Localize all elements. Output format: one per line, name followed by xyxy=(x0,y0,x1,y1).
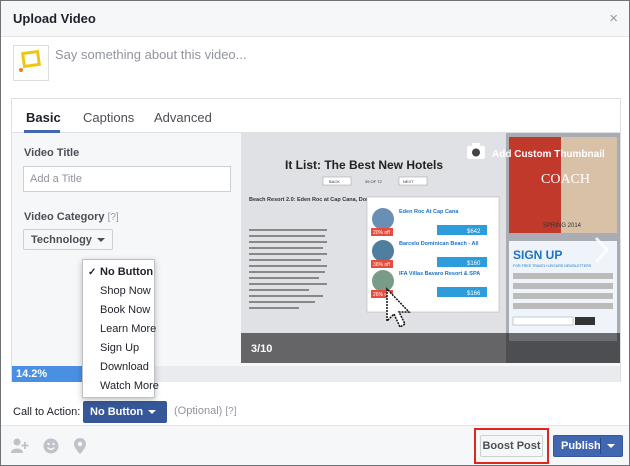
svg-text:Eden Roc At Cap Cana: Eden Roc At Cap Cana xyxy=(399,209,459,215)
cta-option-watch-more[interactable]: Watch More xyxy=(83,377,159,396)
upload-progress-label: 14.2% xyxy=(16,368,48,380)
dialog-titlebar: Upload Video × xyxy=(1,1,629,37)
svg-text:$642: $642 xyxy=(467,229,481,235)
checkmark-icon: ✓ xyxy=(88,267,97,278)
thumb-signup-title: SIGN UP xyxy=(513,248,562,262)
cta-option-learn-more[interactable]: Learn More xyxy=(83,320,156,339)
boost-post-button[interactable]: Boost Post xyxy=(480,435,543,457)
publish-options-chevron-icon[interactable] xyxy=(607,444,615,448)
cta-option-book-now[interactable]: Book Now xyxy=(83,301,154,320)
video-title-label: Video Title xyxy=(24,147,80,159)
cta-option-shop-now[interactable]: Shop Now xyxy=(83,282,154,301)
svg-text:IFA Villas Bavaro Resort & SPA: IFA Villas Bavaro Resort & SPA xyxy=(399,271,480,277)
video-category-label: Video Category [?] xyxy=(24,211,119,223)
close-icon[interactable]: × xyxy=(609,11,618,26)
page-avatar xyxy=(13,45,49,81)
thumb-signup-sub: FOR FREE TRAVEL+LEISURE NEWSLETTERS xyxy=(513,264,592,268)
call-to-action-row: Call to Action: No Button (Optional) [?] xyxy=(13,401,236,423)
thumb-headline: It List: The Best New Hotels xyxy=(285,158,443,172)
publish-divider xyxy=(600,438,601,454)
call-to-action-optional: (Optional) [?] xyxy=(174,405,237,417)
call-to-action-label: Call to Action: xyxy=(13,406,81,418)
composer: Say something about this video... xyxy=(11,45,621,95)
category-value: Technology xyxy=(31,234,92,246)
settings-tabs: Basic Captions Advanced xyxy=(12,99,620,133)
svg-text:Barcelo Dominican Beach - All: Barcelo Dominican Beach - All xyxy=(399,241,479,247)
category-select[interactable]: Technology xyxy=(23,229,113,250)
feeling-smiley-icon[interactable] xyxy=(43,438,59,454)
thumbnail-counter: 3/10 xyxy=(251,343,272,355)
dialog-title: Upload Video xyxy=(13,11,96,26)
call-to-action-menu: ✓ No Button Shop Now Book Now Learn More … xyxy=(82,259,159,398)
publish-label: Publish xyxy=(561,440,601,452)
svg-text:36% off: 36% off xyxy=(373,262,390,268)
cta-help-link[interactable]: [?] xyxy=(225,406,236,417)
upload-video-dialog: Upload Video × Say something about this … xyxy=(0,0,630,466)
thumb-nav-back: BACK xyxy=(329,179,340,184)
svg-text:20% off: 20% off xyxy=(373,230,390,236)
tab-captions[interactable]: Captions xyxy=(83,110,134,125)
thumb-ad-season: SPRING 2014 xyxy=(543,223,582,229)
svg-text:$160: $160 xyxy=(467,261,481,267)
thumb-nav-count: 39 OF 72 xyxy=(365,179,382,184)
cta-option-no-button[interactable]: ✓ No Button xyxy=(83,263,154,282)
chevron-down-icon xyxy=(96,238,105,243)
tab-basic[interactable]: Basic xyxy=(26,110,61,125)
status-input[interactable]: Say something about this video... xyxy=(55,47,247,62)
cta-option-sign-up[interactable]: Sign Up xyxy=(83,339,154,358)
thumb-nav-next: NEXT xyxy=(403,179,414,184)
video-title-input[interactable]: Add a Title xyxy=(23,166,231,192)
thumbnail-preview[interactable]: It List: The Best New Hotels BACK 39 OF … xyxy=(241,133,620,363)
thumbnail-image: It List: The Best New Hotels BACK 39 OF … xyxy=(241,133,620,363)
tab-advanced[interactable]: Advanced xyxy=(154,110,212,125)
cta-option-download[interactable]: Download xyxy=(83,358,154,377)
tag-people-icon[interactable] xyxy=(11,438,29,454)
chevron-down-icon xyxy=(148,410,157,415)
call-to-action-select[interactable]: No Button xyxy=(83,401,167,423)
publish-button[interactable]: Publish xyxy=(553,435,623,457)
location-pin-icon[interactable] xyxy=(74,438,86,454)
active-tab-indicator xyxy=(24,130,60,133)
call-to-action-value: No Button xyxy=(90,406,144,418)
svg-text:$166: $166 xyxy=(467,291,481,297)
category-help-link[interactable]: [?] xyxy=(108,212,119,223)
thumb-ad-brand: COACH xyxy=(541,172,590,187)
add-custom-thumbnail-label: Add Custom Thumbnail xyxy=(492,149,605,160)
